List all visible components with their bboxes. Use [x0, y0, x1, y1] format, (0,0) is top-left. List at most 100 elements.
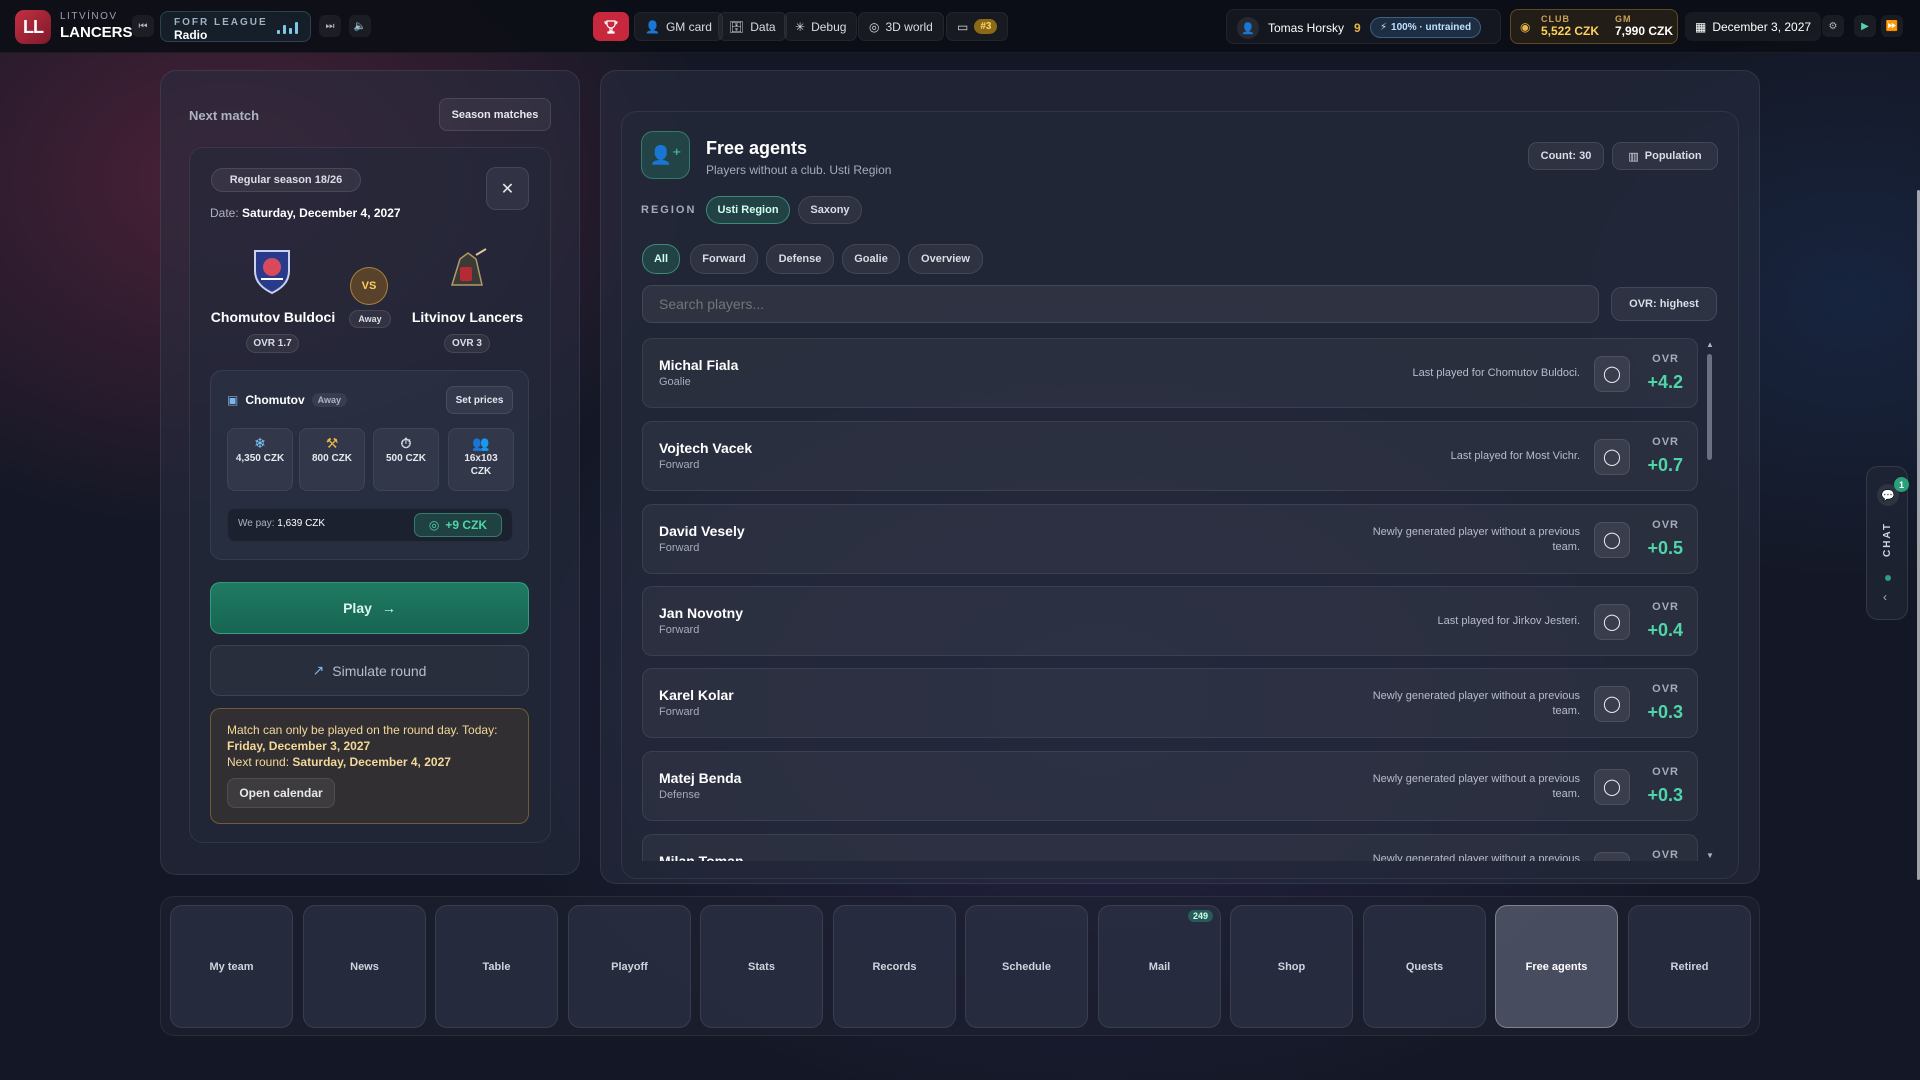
- 3d-world-button[interactable]: ◎ 3D world: [858, 12, 944, 41]
- club-money-label: CLUB: [1541, 14, 1570, 24]
- calendar-icon: ▦: [1695, 19, 1707, 34]
- nav-table[interactable]: Table: [435, 905, 558, 1028]
- stat-time-value: 500 CZK: [385, 453, 426, 464]
- ovr-label: OVR: [1652, 601, 1679, 613]
- player-ovr: +0.3: [1647, 702, 1683, 722]
- stopwatch-icon: ⏱: [400, 435, 412, 451]
- warning-text: Match can only be played on the round da…: [227, 722, 517, 770]
- list-item[interactable]: David Vesely Forward Newly generated pla…: [642, 504, 1698, 574]
- player-note: Newly generated player without a previou…: [1372, 525, 1580, 553]
- player-note: Last played for Jirkov Jesteri.: [1437, 615, 1580, 628]
- list-item[interactable]: Jan Novotny Forward Last played for Jirk…: [642, 586, 1698, 656]
- scroll-down-icon[interactable]: ▼: [1706, 851, 1714, 860]
- list-item[interactable]: Matej Benda Defense Newly generated play…: [642, 751, 1698, 821]
- filter-goalie[interactable]: Goalie: [842, 244, 900, 274]
- next-track-icon[interactable]: ⏭: [319, 15, 341, 37]
- player-name: Karel Kolar: [659, 687, 734, 703]
- season-tag: Regular season 18/26: [211, 168, 361, 192]
- season-matches-button[interactable]: Season matches: [439, 98, 551, 131]
- list-item[interactable]: Milan Toman Newly generated player witho…: [642, 834, 1698, 861]
- list-item[interactable]: Vojtech Vacek Forward Last played for Mo…: [642, 421, 1698, 491]
- chat-bubble-icon[interactable]: ◯: [1594, 604, 1630, 640]
- 3d-world-label: 3D world: [885, 19, 933, 34]
- bar-chart-icon: ▥: [1628, 150, 1639, 163]
- scrollbar[interactable]: ▲ ▼: [1706, 340, 1714, 860]
- avatar: 👤: [1237, 17, 1259, 39]
- list-item[interactable]: Karel Kolar Forward Newly generated play…: [642, 668, 1698, 738]
- chat-bubble-icon[interactable]: ◯: [1594, 522, 1630, 558]
- play-button[interactable]: Play →: [210, 582, 529, 634]
- chat-bubble-icon[interactable]: ◯: [1594, 439, 1630, 475]
- chat-bubble-icon[interactable]: ◯: [1594, 852, 1630, 861]
- open-calendar-button[interactable]: Open calendar: [227, 778, 335, 808]
- population-button[interactable]: ▥ Population: [1612, 142, 1718, 170]
- ovr-label: OVR: [1652, 849, 1679, 861]
- nav-records[interactable]: Records: [833, 905, 956, 1028]
- set-prices-button[interactable]: Set prices: [446, 386, 513, 414]
- nav-stats[interactable]: Stats: [700, 905, 823, 1028]
- data-button[interactable]: 🗄 Data: [718, 12, 787, 41]
- region-saxony[interactable]: Saxony: [798, 196, 862, 224]
- club-logo[interactable]: LL: [15, 10, 51, 44]
- nav-mail[interactable]: Mail 249: [1098, 905, 1221, 1028]
- filter-all[interactable]: All: [642, 244, 680, 274]
- chat-bubble-icon[interactable]: ◯: [1594, 769, 1630, 805]
- player-note: Newly generated player without a previou…: [1372, 853, 1580, 861]
- nav-free-agents[interactable]: Free agents: [1495, 905, 1618, 1028]
- arena-header: ▣ Chomutov Away: [227, 393, 348, 407]
- gain-value: +9 CZK: [445, 518, 488, 532]
- nav-my-team[interactable]: My team: [170, 905, 293, 1028]
- venue-tag: Away: [349, 310, 391, 328]
- database-icon: 🗄: [729, 19, 745, 34]
- rank-button[interactable]: ▭ #3: [946, 12, 1009, 41]
- nav-news[interactable]: News: [303, 905, 426, 1028]
- population-label: Population: [1644, 150, 1702, 162]
- search-input[interactable]: [642, 285, 1599, 323]
- gm-card-button[interactable]: 👤 GM card: [634, 12, 723, 41]
- user-profile[interactable]: 👤 Tomas Horsky 9 ⚡ 100% · untrained: [1226, 9, 1501, 44]
- list-item[interactable]: Michal Fiala Goalie Last played for Chom…: [642, 338, 1698, 408]
- mail-badge: 249: [1187, 910, 1213, 922]
- player-note: Last played for Most Vichr.: [1450, 450, 1580, 463]
- nav-retired[interactable]: Retired: [1628, 905, 1751, 1028]
- nav-schedule[interactable]: Schedule: [965, 905, 1088, 1028]
- filter-defense[interactable]: Defense: [766, 244, 834, 274]
- gain-badge: ◎ +9 CZK: [414, 513, 502, 537]
- chat-sidebar[interactable]: 💬 1 CHAT ‹: [1866, 466, 1909, 620]
- gm-card-label: GM card: [665, 19, 712, 34]
- filter-forward[interactable]: Forward: [690, 244, 758, 274]
- money-widget: ◉ CLUB 5,522 CZK GM 7,990 CZK: [1510, 9, 1678, 44]
- gm-money: GM 7,990 CZK: [1615, 14, 1673, 38]
- chevron-left-icon[interactable]: ‹: [1883, 590, 1887, 604]
- gear-icon[interactable]: ⚙: [1822, 15, 1844, 37]
- chat-bubble-icon[interactable]: ◯: [1594, 356, 1630, 392]
- trophy-button[interactable]: [593, 12, 629, 41]
- current-date[interactable]: ▦ December 3, 2027: [1685, 12, 1822, 41]
- filter-overview[interactable]: Overview: [908, 244, 983, 274]
- player-position: Defense: [659, 789, 700, 801]
- play-icon[interactable]: ▶: [1854, 15, 1876, 37]
- fast-forward-icon[interactable]: ⏩: [1881, 15, 1903, 37]
- scroll-up-icon[interactable]: ▲: [1706, 340, 1714, 349]
- nav-playoff[interactable]: Playoff: [568, 905, 691, 1028]
- scroll-thumb[interactable]: [1707, 354, 1712, 460]
- player-position: Forward: [659, 706, 700, 718]
- home-team-name: Chomutov Buldoci: [210, 309, 336, 325]
- chat-bubble-icon[interactable]: ◯: [1594, 686, 1630, 722]
- people-icon: 👥: [472, 435, 490, 451]
- region-usti[interactable]: Usti Region: [706, 196, 790, 224]
- nav-shop[interactable]: Shop: [1230, 905, 1353, 1028]
- nav-quests[interactable]: Quests: [1363, 905, 1486, 1028]
- radio-widget[interactable]: FOFR LEAGUE Radio: [160, 11, 311, 42]
- debug-button[interactable]: ✳ Debug: [784, 12, 858, 41]
- player-ovr: +4.2: [1647, 372, 1683, 392]
- player-ovr: +0.3: [1647, 785, 1683, 805]
- simulate-round-button[interactable]: ↗ Simulate round: [210, 645, 529, 696]
- previous-track-icon[interactable]: ⏮: [132, 15, 154, 37]
- free-agents-title: Free agents: [706, 138, 808, 158]
- volume-icon[interactable]: 🔈: [349, 15, 371, 37]
- match-date-value: Saturday, December 4, 2027: [242, 206, 401, 220]
- ovr-label: OVR: [1652, 436, 1679, 448]
- sort-dropdown[interactable]: OVR: highest: [1611, 287, 1717, 321]
- close-icon[interactable]: ✕: [486, 167, 529, 210]
